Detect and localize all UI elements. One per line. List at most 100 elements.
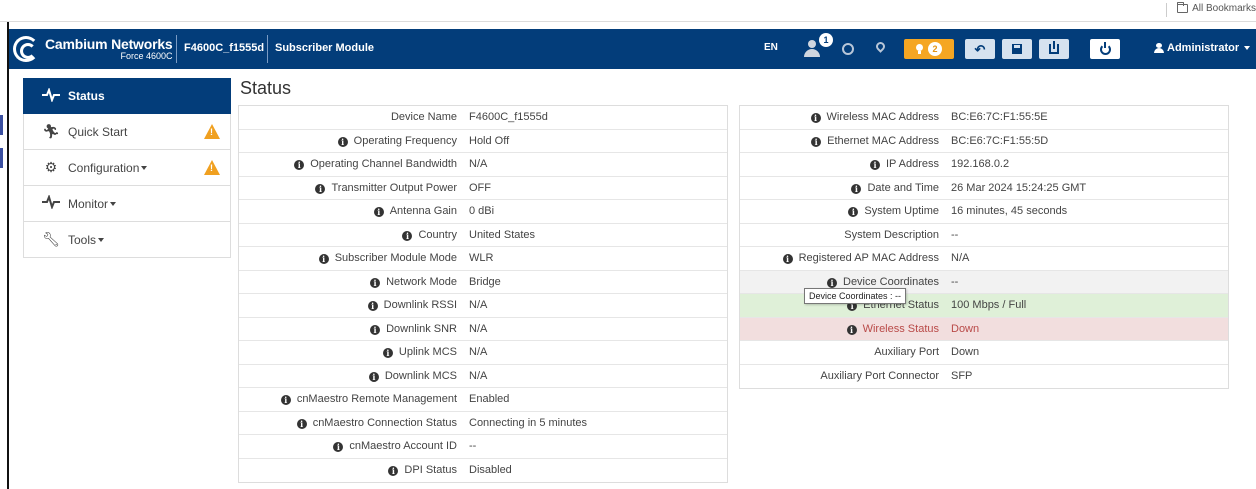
row-label: i Uplink MCS	[239, 346, 469, 359]
user-icon-head	[808, 40, 816, 48]
row-label-text: System Description	[844, 228, 939, 241]
window-left-edge	[0, 22, 9, 489]
save-icon	[1012, 44, 1022, 54]
table-row: i IP Address 192.168.0.2	[740, 153, 1228, 177]
edge-marker	[0, 115, 3, 135]
sidebar-nav: Status 🏃︎ Quick Start ⚙ Configuration Mo…	[23, 78, 231, 258]
alerts-button[interactable]: 2	[904, 39, 954, 59]
table-row: i cnMaestro Account ID --	[239, 435, 727, 459]
info-icon[interactable]: i	[333, 442, 344, 453]
pulse-icon	[40, 193, 62, 212]
device-mode: Subscriber Module	[275, 42, 375, 54]
row-label: i Network Mode	[239, 276, 469, 288]
row-label-text: System Uptime	[864, 205, 939, 218]
info-icon[interactable]: i	[337, 136, 348, 147]
table-row: i Date and Time 26 Mar 2024 15:24:25 GMT	[740, 177, 1228, 200]
row-label-text: cnMaestro Connection Status	[312, 416, 457, 429]
row-value: N/A	[469, 346, 488, 359]
apply-button[interactable]	[1039, 39, 1069, 59]
chevron-down-icon	[110, 201, 117, 206]
table-row: i Antenna Gain 0 dBi	[239, 200, 727, 224]
brand-logo[interactable]: Cambium Networks Force 4600C	[13, 34, 173, 64]
info-icon[interactable]: i	[402, 230, 413, 241]
info-icon[interactable]: i	[368, 371, 379, 382]
info-icon[interactable]: i	[848, 207, 859, 218]
row-label: i IP Address	[740, 158, 951, 171]
info-icon[interactable]: i	[846, 324, 857, 335]
info-icon[interactable]: i	[388, 466, 399, 477]
row-label: i Wireless MAC Address	[740, 111, 951, 124]
row-label-text: Country	[418, 228, 457, 241]
info-icon[interactable]: i	[294, 160, 305, 171]
pulse-icon	[40, 86, 62, 105]
table-row: Auxiliary Port Connector SFP	[740, 365, 1228, 389]
table-row: Device Name F4600C_f1555d	[239, 106, 727, 130]
info-icon[interactable]: i	[367, 301, 378, 312]
language-selector[interactable]: EN	[764, 42, 778, 53]
device-coordinates-tooltip: Device Coordinates : --	[804, 288, 907, 304]
gear-icon: ⚙	[44, 159, 58, 175]
chevron-down-icon	[141, 165, 148, 170]
row-value: 100 Mbps / Full	[951, 299, 1027, 312]
info-icon[interactable]: i	[851, 183, 862, 194]
location-pin-icon[interactable]	[874, 40, 887, 53]
row-label-text: Ethernet MAC Address	[827, 134, 939, 147]
info-icon[interactable]: i	[280, 395, 291, 406]
sidebar-item-status[interactable]: Status	[23, 78, 231, 114]
sidebar-item-monitor[interactable]: Monitor	[23, 186, 231, 222]
globe-icon[interactable]	[842, 43, 854, 55]
row-label: i Downlink RSSI	[239, 299, 469, 312]
row-label: i Ethernet MAC Address	[740, 135, 951, 147]
sidebar-item-tools[interactable]: 🔧︎ Tools	[23, 222, 231, 258]
info-icon[interactable]: i	[827, 277, 837, 288]
row-value: --	[951, 228, 959, 241]
row-value: Connecting in 5 minutes	[469, 416, 588, 429]
row-label: i DPI Status	[239, 464, 469, 477]
table-row: i Wireless MAC Address BC:E6:7C:F1:55:5E	[740, 106, 1228, 130]
info-icon[interactable]: i	[382, 348, 393, 359]
undo-button[interactable]: ↶	[965, 39, 995, 59]
row-label: i cnMaestro Account ID	[239, 440, 469, 453]
info-icon[interactable]: i	[296, 418, 307, 429]
nav-divider	[176, 35, 177, 63]
table-row: i Operating Channel Bandwidth N/A	[239, 153, 727, 177]
row-value: Hold Off	[469, 134, 510, 147]
row-label-text: Subscriber Module Mode	[334, 252, 457, 265]
row-label-text: Wireless Status	[862, 322, 939, 335]
info-icon[interactable]: i	[870, 160, 880, 171]
edge-marker	[0, 148, 3, 168]
row-value: 192.168.0.2	[951, 158, 1010, 171]
info-icon[interactable]: i	[811, 136, 822, 147]
row-label-text: cnMaestro Account ID	[349, 440, 457, 453]
chevron-down-icon	[1244, 46, 1251, 50]
info-icon[interactable]: i	[370, 277, 381, 288]
sidebar-item-label: Quick Start	[68, 124, 128, 139]
info-icon[interactable]: i	[810, 113, 821, 124]
all-bookmarks-button[interactable]: All Bookmarks	[1177, 2, 1256, 14]
table-row: i DPI Status Disabled	[239, 459, 727, 483]
row-value: --	[469, 440, 477, 453]
save-button[interactable]	[1002, 39, 1032, 59]
reboot-button[interactable]	[1090, 39, 1120, 59]
info-icon[interactable]: i	[370, 324, 381, 335]
row-value: Down	[951, 346, 980, 359]
info-icon[interactable]: i	[373, 207, 384, 218]
row-value: N/A	[469, 322, 488, 335]
info-icon[interactable]: i	[318, 254, 329, 265]
administrator-menu[interactable]: Administrator	[1154, 42, 1251, 54]
info-icon[interactable]: i	[315, 183, 326, 194]
table-row: i Downlink MCS N/A	[239, 365, 727, 388]
info-icon[interactable]: i	[782, 254, 793, 265]
table-row: i Network Mode Bridge	[239, 271, 727, 294]
page-title: Status	[240, 78, 292, 98]
browser-bookmarks-bar: All Bookmarks	[0, 0, 1256, 22]
table-row: i Ethernet MAC Address BC:E6:7C:F1:55:5D	[740, 130, 1228, 153]
all-bookmarks-label: All Bookmarks	[1192, 3, 1256, 14]
row-label: i Antenna Gain	[239, 205, 469, 218]
power-icon	[1099, 41, 1111, 55]
table-row: i Downlink SNR N/A	[239, 318, 727, 341]
sidebar-item-configuration[interactable]: ⚙ Configuration	[23, 150, 231, 186]
table-row: i Operating Frequency Hold Off	[239, 130, 727, 153]
sidebar-item-quick-start[interactable]: 🏃︎ Quick Start	[23, 114, 231, 150]
row-label: i Operating Channel Bandwidth	[239, 158, 469, 171]
